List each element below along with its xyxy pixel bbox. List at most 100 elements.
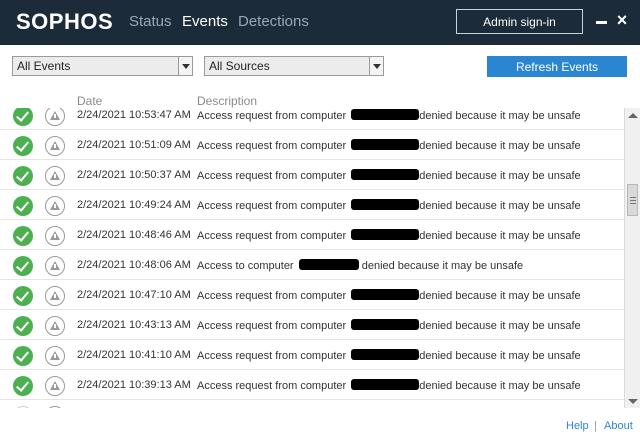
sophos-logo: SOPHOS [16, 9, 114, 34]
warning-icon [45, 226, 65, 246]
warning-icon [45, 346, 65, 366]
success-check-icon [13, 346, 33, 366]
success-check-icon [13, 226, 33, 246]
tab-events[interactable]: Events [182, 13, 228, 30]
redacted-block [351, 229, 420, 240]
scroll-down-icon[interactable] [628, 399, 638, 404]
event-description-suffix: denied because it may be unsafe [419, 110, 581, 122]
redacted-block [351, 349, 420, 360]
source-filter-select[interactable]: All Sources [204, 56, 384, 76]
tab-status[interactable]: Status [129, 13, 172, 30]
warning-icon [45, 136, 65, 156]
event-description-text: Access request from computer [197, 140, 347, 152]
event-date: 2/24/2021 10:48:46 AM [77, 229, 191, 241]
event-description-suffix: denied because it may be unsafe [361, 260, 524, 272]
column-header-date[interactable]: Date [77, 94, 102, 108]
success-check-icon [13, 256, 33, 276]
event-date: 2/24/2021 10:43:13 AM [77, 319, 191, 331]
redacted-block [351, 109, 420, 120]
event-description: Access request from computer denied beca… [197, 349, 581, 362]
redacted-block [351, 199, 420, 210]
table-row[interactable]: 2/24/2021 10:53:47 AM Access request fro… [0, 108, 624, 130]
chevron-down-icon[interactable] [178, 57, 192, 75]
event-date: 2/24/2021 10:41:10 AM [77, 349, 191, 361]
redacted-block [351, 139, 420, 150]
event-description: Access request from computer denied beca… [197, 199, 581, 212]
table-row[interactable]: 2/24/2021 10:41:10 AM Access request fro… [0, 340, 624, 370]
events-list: 2/24/2021 10:53:47 AM Access request fro… [0, 108, 624, 408]
refresh-events-button[interactable]: Refresh Events [487, 56, 627, 77]
events-scrollbar[interactable] [624, 108, 640, 408]
grip-line [630, 203, 636, 204]
event-description-suffix: denied because it may be unsafe [419, 320, 581, 332]
event-description-text: Access request from computer [197, 380, 347, 392]
event-description-suffix: denied because it may be unsafe [419, 230, 581, 242]
table-row[interactable]: 2/24/2021 10:47:10 AM Access request fro… [0, 280, 624, 310]
source-filter-value: All Sources [209, 59, 270, 73]
close-icon[interactable]: × [614, 10, 630, 30]
event-description-suffix: denied because it may be unsafe [419, 290, 581, 302]
grip-line [630, 200, 636, 201]
event-description-suffix: denied because it may be unsafe [419, 380, 581, 392]
event-date: 2/24/2021 10:39:13 AM [77, 379, 191, 391]
about-link[interactable]: About [604, 420, 633, 432]
chevron-down-icon[interactable] [369, 57, 383, 75]
success-check-icon [13, 136, 33, 156]
success-check-icon [13, 108, 33, 126]
event-filter-select[interactable]: All Events [12, 56, 193, 76]
table-row[interactable]: 2/24/2021 10:39:13 AM Access request fro… [0, 370, 624, 400]
help-link[interactable]: Help [566, 420, 589, 432]
event-description-text: Access request from computer [197, 110, 347, 122]
redacted-block [351, 379, 420, 390]
event-description: Access to computer denied because it may… [197, 259, 523, 272]
event-description-text: Access request from computer [197, 230, 347, 242]
grip-line [630, 197, 636, 198]
success-check-icon [13, 316, 33, 336]
table-row[interactable]: 2/24/2021 10:51:09 AM Access request fro… [0, 130, 624, 160]
warning-icon [45, 376, 65, 396]
event-description-text: Access request from computer [197, 290, 347, 302]
event-description: Access request from computer denied beca… [197, 169, 581, 182]
admin-sign-in-button[interactable]: Admin sign-in [456, 9, 583, 34]
redacted-block [351, 289, 420, 300]
event-description-suffix: denied because it may be unsafe [419, 170, 581, 182]
scrollbar-thumb[interactable] [627, 184, 638, 216]
column-header-description[interactable]: Description [197, 94, 257, 108]
event-description-text: Access request from computer [197, 170, 347, 182]
redacted-block [351, 319, 420, 330]
table-row[interactable]: 2/24/2021 10:48:06 AM Access to computer… [0, 250, 624, 280]
tab-detections[interactable]: Detections [238, 13, 309, 30]
minimize-icon[interactable] [596, 10, 608, 30]
warning-icon [45, 166, 65, 186]
success-check-icon [13, 376, 33, 396]
event-description-text: Access to computer [197, 260, 294, 272]
table-row[interactable]: 2/24/2021 10:49:24 AM Access request fro… [0, 190, 624, 220]
event-date: 2/24/2021 10:50:37 AM [77, 169, 191, 181]
event-description: Access request from computer denied beca… [197, 139, 581, 152]
warning-icon [45, 108, 65, 126]
table-row[interactable]: 2/24/2021 10:48:46 AM Access request fro… [0, 220, 624, 250]
event-date: 2/24/2021 10:48:06 AM [77, 259, 191, 271]
table-row[interactable] [0, 400, 624, 408]
scroll-up-icon[interactable] [628, 113, 638, 118]
redacted-block [298, 259, 359, 270]
success-check-icon [13, 406, 33, 408]
redacted-block [351, 169, 420, 180]
event-description: Access request from computer denied beca… [197, 319, 581, 332]
event-description: Access request from computer denied beca… [197, 289, 581, 302]
event-description-text: Access request from computer [197, 200, 347, 212]
event-description-suffix: denied because it may be unsafe [419, 140, 581, 152]
event-description-text: Access request from computer [197, 350, 347, 362]
event-filter-value: All Events [17, 59, 71, 73]
event-description: Access request from computer denied beca… [197, 379, 581, 392]
app-header: SOPHOS Status Events Detections Admin si… [0, 0, 640, 45]
warning-icon [45, 316, 65, 336]
warning-icon [45, 256, 65, 276]
table-row[interactable]: 2/24/2021 10:50:37 AM Access request fro… [0, 160, 624, 190]
event-date: 2/24/2021 10:49:24 AM [77, 199, 191, 211]
event-date: 2/24/2021 10:47:10 AM [77, 289, 191, 301]
event-description-suffix: denied because it may be unsafe [419, 200, 581, 212]
success-check-icon [13, 196, 33, 216]
footer-separator: | [594, 420, 597, 432]
table-row[interactable]: 2/24/2021 10:43:13 AM Access request fro… [0, 310, 624, 340]
